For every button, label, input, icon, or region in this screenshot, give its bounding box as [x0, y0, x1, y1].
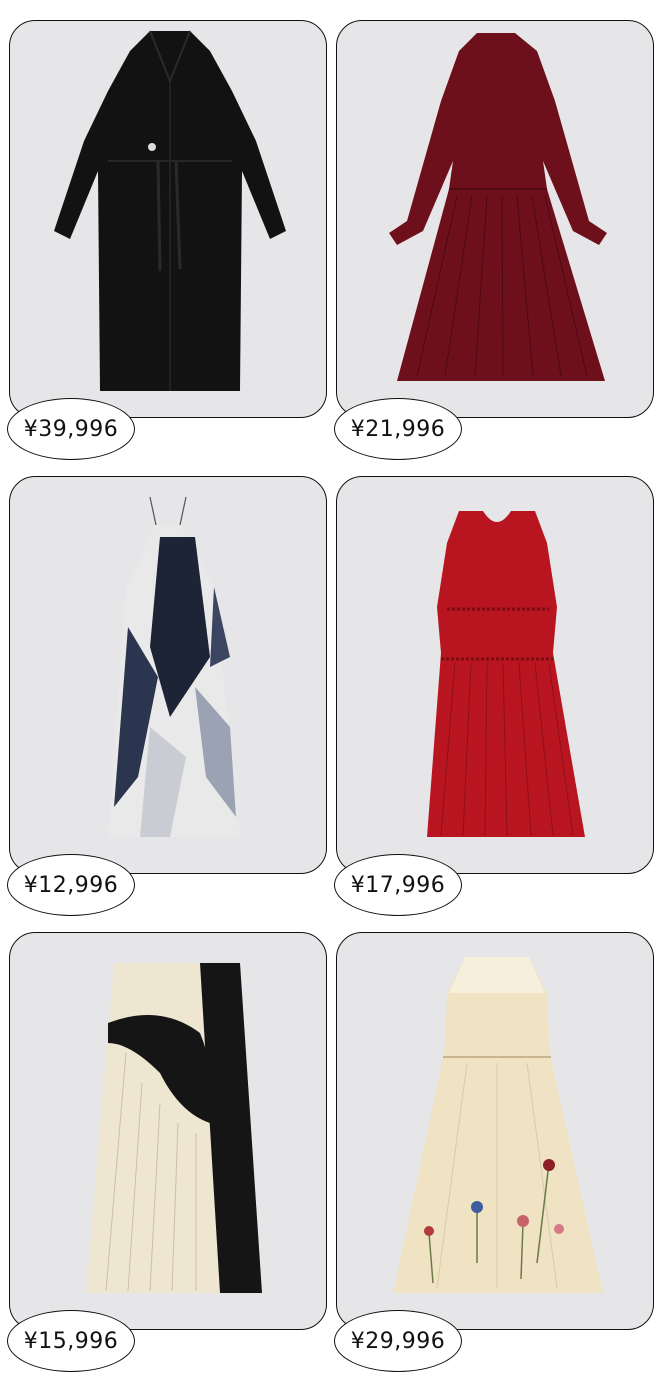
- price-badge: ¥21,996: [334, 398, 462, 460]
- product-card-slip-dress[interactable]: ¥12,996: [7, 476, 327, 916]
- price-badge: ¥12,996: [7, 854, 135, 916]
- product-card-floral-dress[interactable]: ¥29,996: [334, 932, 654, 1372]
- price-badge: ¥17,996: [334, 854, 462, 916]
- black-coat-image: [54, 30, 286, 391]
- product-image-frame: [9, 476, 327, 874]
- product-card-coat[interactable]: ¥39,996: [7, 20, 327, 460]
- red-dress-image: [427, 511, 585, 837]
- printed-dress-image: [108, 496, 240, 837]
- product-image-frame: [336, 20, 654, 418]
- price-badge: ¥29,996: [334, 1310, 462, 1372]
- product-card-burgundy-dress[interactable]: ¥21,996: [334, 20, 654, 460]
- product-image-frame: [9, 932, 327, 1330]
- pleated-skirt-image: [86, 963, 262, 1293]
- price-badge: ¥15,996: [7, 1310, 135, 1372]
- price-badge: ¥39,996: [7, 398, 135, 460]
- product-grid: ¥39,996 ¥21,996 ¥12,996 ¥17,996 ¥15,996 …: [0, 0, 660, 1390]
- product-card-red-dress[interactable]: ¥17,996: [334, 476, 654, 916]
- floral-dress-image: [393, 957, 603, 1293]
- product-image-frame: [336, 476, 654, 874]
- product-image-frame: [9, 20, 327, 418]
- product-image-frame: [336, 932, 654, 1330]
- burgundy-dress-image: [389, 33, 607, 381]
- product-card-pleated-skirt[interactable]: ¥15,996: [7, 932, 327, 1372]
